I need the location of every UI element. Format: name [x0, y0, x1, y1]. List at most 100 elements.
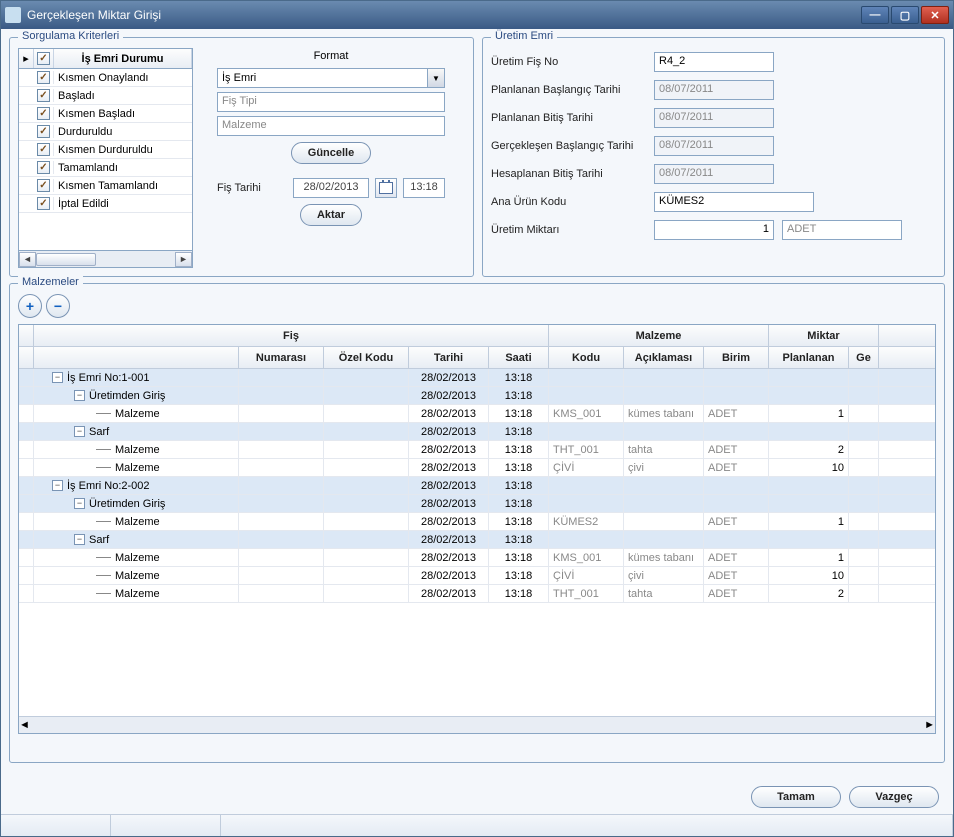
- expand-icon[interactable]: −: [74, 426, 85, 437]
- table-row[interactable]: Malzeme28/02/201313:18KÜMES2ADET1: [19, 513, 935, 531]
- malzeme-input[interactable]: Malzeme: [217, 116, 445, 136]
- check-icon[interactable]: ✓: [37, 89, 50, 102]
- col-planlanan[interactable]: Planlanan: [769, 347, 849, 368]
- tree-label: Malzeme: [115, 516, 160, 528]
- table-row[interactable]: Malzeme28/02/201313:18KMS_001kümes taban…: [19, 549, 935, 567]
- status-label: Kısmen Durduruldu: [54, 144, 192, 156]
- col-kodu[interactable]: Kodu: [549, 347, 624, 368]
- status-row[interactable]: ✓Kısmen Tamamlandı: [19, 177, 192, 195]
- check-icon[interactable]: ✓: [37, 71, 50, 84]
- grid-scroll-right-icon[interactable]: ►: [924, 719, 935, 731]
- col-numarasi[interactable]: Numarası: [239, 347, 324, 368]
- check-icon[interactable]: ✓: [37, 197, 50, 210]
- row-selector-header[interactable]: ▸: [19, 49, 34, 68]
- minimize-button[interactable]: —: [861, 6, 889, 24]
- gerbas-label: Gerçekleşen Başlangıç Tarihi: [491, 140, 646, 152]
- materials-grid: Fiş Malzeme Miktar Numarası Özel Kodu Ta…: [18, 324, 936, 734]
- fis-saat-input[interactable]: 13:18: [403, 178, 445, 198]
- table-row[interactable]: −Üretimden Giriş28/02/201313:18: [19, 495, 935, 513]
- fisno-input[interactable]: R4_2: [654, 52, 774, 72]
- status-row[interactable]: ✓Başladı: [19, 87, 192, 105]
- check-icon[interactable]: ✓: [37, 107, 50, 120]
- format-select[interactable]: İş Emri ▼: [217, 68, 445, 88]
- table-row[interactable]: −Üretimden Giriş28/02/201313:18: [19, 387, 935, 405]
- guncelle-button[interactable]: Güncelle: [291, 142, 371, 164]
- status-row[interactable]: ✓Durduruldu: [19, 123, 192, 141]
- status-row[interactable]: ✓İptal Edildi: [19, 195, 192, 213]
- check-icon[interactable]: ✓: [37, 125, 50, 138]
- group-fis-header[interactable]: Fiş: [34, 325, 549, 346]
- status-list-header: ▸ ✓ İş Emri Durumu: [19, 49, 192, 69]
- tree-label: Üretimden Giriş: [89, 390, 165, 402]
- table-row[interactable]: −Sarf28/02/201313:18: [19, 531, 935, 549]
- scroll-right-icon[interactable]: ►: [175, 252, 192, 267]
- calendar-button[interactable]: [375, 178, 397, 198]
- tree-label: Malzeme: [115, 408, 160, 420]
- materials-legend: Malzemeler: [18, 276, 83, 288]
- status-header-label[interactable]: İş Emri Durumu: [54, 49, 192, 68]
- grid-stub-header: [19, 325, 34, 346]
- scroll-left-icon[interactable]: ◄: [19, 252, 36, 267]
- remove-row-button[interactable]: −: [46, 294, 70, 318]
- col-aciklama[interactable]: Açıklaması: [624, 347, 704, 368]
- expand-icon[interactable]: −: [52, 480, 63, 491]
- anakod-input[interactable]: KÜMES2: [654, 192, 814, 212]
- miktar-input[interactable]: 1: [654, 220, 774, 240]
- table-row[interactable]: −İş Emri No:1-00128/02/201313:18: [19, 369, 935, 387]
- col-ge[interactable]: Ge: [849, 347, 879, 368]
- planbas-label: Planlanan Başlangıç Tarihi: [491, 84, 646, 96]
- group-malzeme-header[interactable]: Malzeme: [549, 325, 769, 346]
- table-row[interactable]: Malzeme28/02/201313:18THT_001tahtaADET2: [19, 441, 935, 459]
- close-button[interactable]: ✕: [921, 6, 949, 24]
- col-birim[interactable]: Birim: [704, 347, 769, 368]
- status-label: Tamamlandı: [54, 162, 192, 174]
- status-label: Kısmen Onaylandı: [54, 72, 192, 84]
- status-row[interactable]: ✓ Tamamlandı: [19, 159, 192, 177]
- group-miktar-header[interactable]: Miktar: [769, 325, 879, 346]
- fis-tarihi-label: Fiş Tarihi: [217, 182, 287, 194]
- table-row[interactable]: Malzeme28/02/201313:18THT_001tahtaADET2: [19, 585, 935, 603]
- scroll-thumb[interactable]: [36, 253, 96, 266]
- table-row[interactable]: −İş Emri No:2-00228/02/201313:18: [19, 477, 935, 495]
- fis-tipi-input[interactable]: Fiş Tipi: [217, 92, 445, 112]
- expand-icon[interactable]: −: [74, 390, 85, 401]
- miktar-unit: ADET: [782, 220, 902, 240]
- table-row[interactable]: Malzeme28/02/201313:18ÇİVİçiviADET10: [19, 459, 935, 477]
- planbas-input: 08/07/2011: [654, 80, 774, 100]
- expand-icon[interactable]: −: [52, 372, 63, 383]
- materials-group: Malzemeler + − Fiş Malzeme Miktar: [9, 283, 945, 763]
- miktar-label: Üretim Miktarı: [491, 224, 646, 236]
- expand-icon[interactable]: −: [74, 534, 85, 545]
- titlebar[interactable]: Gerçekleşen Miktar Girişi — ▢ ✕: [1, 1, 953, 29]
- query-criteria-group: Sorgulama Kriterleri ▸ ✓ İş Emri Durumu …: [9, 37, 474, 277]
- tamam-button[interactable]: Tamam: [751, 786, 841, 808]
- expand-icon[interactable]: −: [74, 498, 85, 509]
- table-row[interactable]: Malzeme28/02/201313:18ÇİVİçiviADET10: [19, 567, 935, 585]
- table-row[interactable]: Malzeme28/02/201313:18KMS_001kümes taban…: [19, 405, 935, 423]
- status-row[interactable]: ✓ Kısmen Onaylandı: [19, 69, 192, 87]
- grid-hscroll[interactable]: ◄ ►: [19, 716, 935, 733]
- fis-tarihi-input[interactable]: 28/02/2013: [293, 178, 369, 198]
- tree-label: Üretimden Giriş: [89, 498, 165, 510]
- status-hscroll[interactable]: ◄ ►: [18, 251, 193, 268]
- aktar-button[interactable]: Aktar: [300, 204, 362, 226]
- status-row[interactable]: ✓ Kısmen Durduruldu: [19, 141, 192, 159]
- add-row-button[interactable]: +: [18, 294, 42, 318]
- production-order-legend: Üretim Emri: [491, 30, 557, 42]
- vazgec-button[interactable]: Vazgeç: [849, 786, 939, 808]
- col-tarih[interactable]: Tarihi: [409, 347, 489, 368]
- fisno-label: Üretim Fiş No: [491, 56, 646, 68]
- check-icon[interactable]: ✓: [37, 143, 50, 156]
- check-icon[interactable]: ✓: [37, 179, 50, 192]
- tree-label: Sarf: [89, 534, 109, 546]
- status-row[interactable]: ✓Kısmen Başladı: [19, 105, 192, 123]
- col-ozel[interactable]: Özel Kodu: [324, 347, 409, 368]
- check-icon[interactable]: ✓: [37, 161, 50, 174]
- table-row[interactable]: −Sarf28/02/201313:18: [19, 423, 935, 441]
- col-saat[interactable]: Saati: [489, 347, 549, 368]
- chevron-down-icon: ▼: [427, 69, 444, 87]
- grid-scroll-left-icon[interactable]: ◄: [19, 719, 30, 731]
- check-all-header[interactable]: ✓: [34, 49, 54, 68]
- format-label: Format: [314, 50, 349, 62]
- maximize-button[interactable]: ▢: [891, 6, 919, 24]
